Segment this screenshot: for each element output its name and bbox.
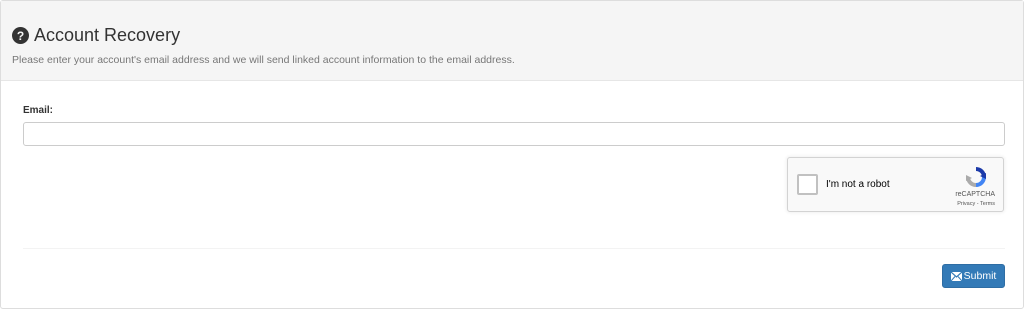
page-title: Account Recovery: [34, 25, 181, 45]
submit-label: Submit: [963, 270, 997, 282]
recaptcha-widget: I'm not a robot reCAPTCHA Privacy - Term…: [787, 157, 1004, 212]
title-row: ? Account Recovery: [12, 25, 180, 45]
panel-header: ? Account Recovery Please enter your acc…: [1, 1, 1023, 81]
recaptcha-links[interactable]: Privacy - Terms: [957, 201, 995, 207]
form-divider: [23, 248, 1005, 249]
account-recovery-panel: ? Account Recovery Please enter your acc…: [0, 0, 1024, 309]
email-label: Email:: [23, 105, 54, 116]
recaptcha-label: I'm not a robot: [826, 179, 890, 190]
recaptcha-checkbox[interactable]: [797, 174, 818, 195]
svg-text:?: ?: [17, 29, 24, 43]
envelope-icon: [950, 271, 962, 281]
recaptcha-brand: reCAPTCHA: [955, 191, 995, 198]
recaptcha-logo-icon: [963, 164, 989, 190]
submit-button[interactable]: Submit: [942, 264, 1005, 288]
email-field[interactable]: [23, 122, 1005, 146]
question-circle-icon: ?: [12, 26, 29, 44]
page-subtitle: Please enter your account's email addres…: [12, 54, 515, 66]
